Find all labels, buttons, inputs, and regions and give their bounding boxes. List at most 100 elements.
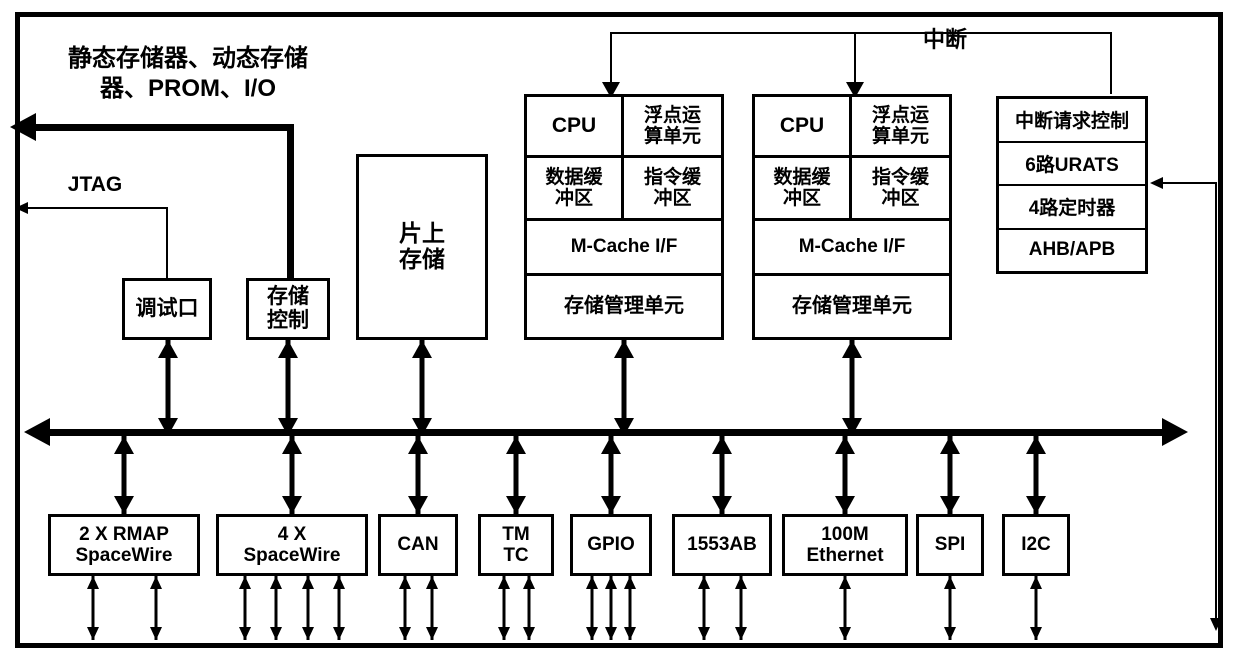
io-block-label-line1: 100M [821, 523, 869, 545]
urats-row[interactable]: 6路URATS [999, 143, 1145, 186]
connector-arrow-up [734, 576, 747, 589]
connector-arrow-up [149, 576, 162, 589]
data-buffer-label-line1: 数据缓 [545, 166, 603, 188]
tmtc-external-link-1 [496, 576, 512, 640]
interrupt-uart-timer-stack[interactable]: 中断请求控制 6路URATS 4路定时器 AHB/APB [996, 96, 1148, 274]
io-block-label-line1: 2 X RMAP [79, 523, 169, 545]
io-block-label-line2: SpaceWire [243, 545, 341, 566]
interrupt-bus-line [610, 32, 1112, 34]
ethernet-bus-connector [834, 436, 856, 514]
connector-arrow-down [86, 627, 99, 640]
cpu-row-buffers: 数据缓 冲区 指令缓 冲区 [755, 158, 949, 221]
cpu-core-cell: CPU [527, 97, 624, 155]
connector-arrow-down [601, 496, 621, 514]
io-block-can[interactable]: CAN [378, 514, 458, 576]
rmap-spacewire-external-link-1 [85, 576, 101, 640]
io-block-1553ab[interactable]: 1553AB [672, 514, 772, 576]
system-bus-bar[interactable] [48, 429, 1164, 436]
spacewire-external-link-4 [331, 576, 347, 640]
cpu-row-core: CPU 浮点运 算单元 [755, 97, 949, 158]
cache-interface-cell: M-Cache I/F [755, 221, 949, 273]
cache-interface-label: M-Cache I/F [570, 236, 678, 258]
spacewire-external-link-1 [237, 576, 253, 640]
external-memory-label: 静态存储器、动态存储 器、PROM、I/O [28, 44, 348, 104]
fpu-cell: 浮点运 算单元 [852, 97, 949, 155]
instruction-buffer-cell: 指令缓 冲区 [852, 158, 949, 218]
can-external-link-2 [424, 576, 440, 640]
connector-arrow-up [586, 576, 599, 589]
cpu-block-2[interactable]: CPU 浮点运 算单元 数据缓 冲区 指令缓 冲区 M-Cache I/F 存储… [752, 94, 952, 340]
ahb-apb-row[interactable]: AHB/APB [999, 230, 1145, 272]
connector-arrow-down [506, 496, 526, 514]
cpu-core-cell: CPU [755, 97, 852, 155]
jtag-arrowhead [15, 202, 28, 214]
io-block-label-line1: TM [502, 523, 530, 545]
memory-controller-block[interactable]: 存储 控制 [246, 278, 330, 340]
jtag-label-text: JTAG [67, 173, 123, 196]
connector-arrow-down [712, 496, 732, 514]
data-buffer-label-line2: 冲区 [554, 188, 593, 209]
connector-arrow-down [238, 627, 251, 640]
io-block-tmtc[interactable]: TM TC [478, 514, 554, 576]
jtag-line-horizontal [28, 207, 168, 209]
io-block-ethernet[interactable]: 100M Ethernet [782, 514, 908, 576]
ethernet-external-link-1 [837, 576, 853, 640]
connector-arrow-down [940, 496, 960, 514]
cpu-block-1-bus-connector [613, 340, 635, 436]
debug-port-block[interactable]: 调试口 [122, 278, 212, 340]
io-block-label-line2: Ethernet [806, 545, 884, 566]
connector-arrow-up [697, 576, 710, 589]
mmu-cell: 存储管理单元 [755, 276, 949, 337]
tmtc-bus-connector [505, 436, 527, 514]
connector-arrow-up [412, 340, 432, 358]
spacewire-external-link-2 [268, 576, 284, 640]
io-block-label-line1: 1553AB [687, 534, 757, 556]
connector-arrow-down [522, 627, 535, 640]
connector-arrow-down [333, 627, 346, 640]
1553ab-external-link-2 [733, 576, 749, 640]
io-block-label-line1: I2C [1021, 534, 1051, 556]
memory-bus-arrowhead [10, 113, 36, 141]
onchip-memory-block[interactable]: 片上 存储 [356, 154, 488, 340]
io-block-i2c[interactable]: I2C [1002, 514, 1070, 576]
io-block-gpio[interactable]: GPIO [570, 514, 652, 576]
connector-arrow-up [842, 340, 862, 358]
interrupt-branch-cpu1 [610, 32, 612, 84]
cpu-row-cache: M-Cache I/F [527, 221, 721, 276]
data-buffer-label-line1: 数据缓 [773, 166, 831, 188]
fpu-label-line2: 算单元 [643, 126, 701, 147]
connector-arrow-up [601, 436, 621, 454]
connector-arrow-up [270, 576, 283, 589]
rmap-spacewire-bus-connector [113, 436, 135, 514]
connector-arrow-up [278, 340, 298, 358]
timer-row[interactable]: 4路定时器 [999, 186, 1145, 230]
cpu-block-2-bus-connector [841, 340, 863, 436]
cpu-row-mmu: 存储管理单元 [527, 276, 721, 337]
io-block-spi[interactable]: SPI [916, 514, 984, 576]
connector-arrow-up [835, 436, 855, 454]
spacewire-external-link-3 [300, 576, 316, 640]
can-bus-connector [407, 436, 429, 514]
connector-arrow-up [1026, 436, 1046, 454]
io-block-rmap-spacewire[interactable]: 2 X RMAP SpaceWire [48, 514, 200, 576]
gpio-external-link-2 [603, 576, 619, 640]
cpu-block-1[interactable]: CPU 浮点运 算单元 数据缓 冲区 指令缓 冲区 M-Cache I/F 存储… [524, 94, 724, 340]
fpu-label-line1: 浮点运 [643, 104, 701, 126]
connector-arrow-up [282, 436, 302, 454]
connector-arrow-down [497, 627, 510, 640]
fpu-cell: 浮点运 算单元 [624, 97, 721, 155]
connector-arrow-down [734, 627, 747, 640]
ahb-apb-label: AHB/APB [1028, 239, 1116, 261]
connector-arrow-down [114, 496, 134, 514]
connector-arrow-up [86, 576, 99, 589]
can-external-link-1 [397, 576, 413, 640]
io-block-spacewire[interactable]: 4 X SpaceWire [216, 514, 368, 576]
connector-arrow-down [623, 627, 636, 640]
interrupt-branch-controller [1110, 32, 1112, 94]
connector-arrow-down [839, 627, 851, 640]
io-block-label-line2: SpaceWire [75, 545, 173, 566]
data-buffer-cell: 数据缓 冲区 [527, 158, 624, 218]
1553ab-external-link-1 [696, 576, 712, 640]
interrupt-request-control-row[interactable]: 中断请求控制 [999, 99, 1145, 143]
cache-interface-cell: M-Cache I/F [527, 221, 721, 273]
